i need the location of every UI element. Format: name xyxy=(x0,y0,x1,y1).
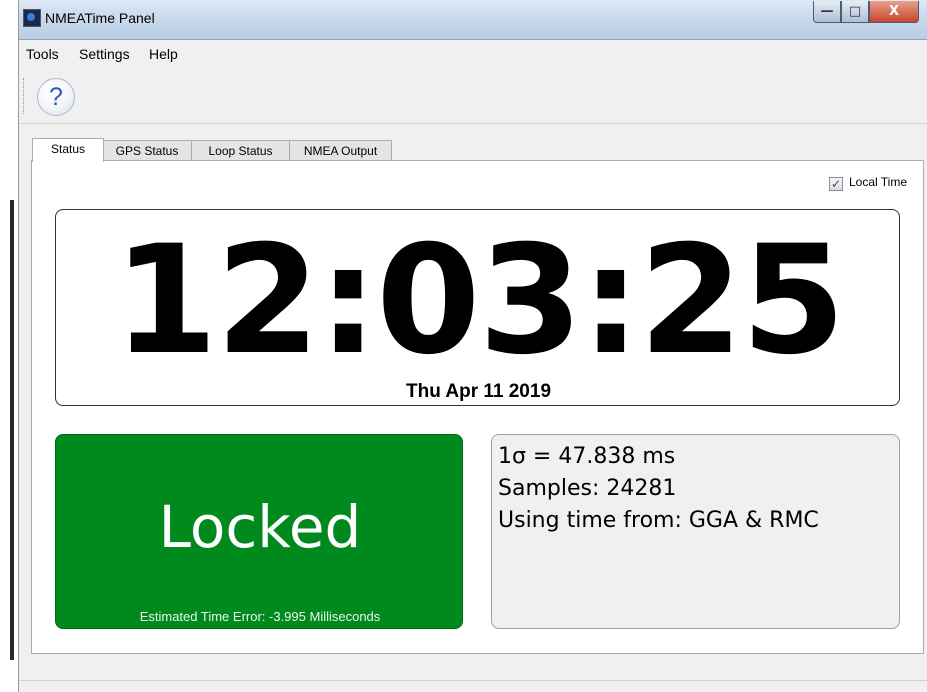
menu-settings[interactable]: Settings xyxy=(79,46,130,62)
clock-display: 12:03:25 Thu Apr 11 2019 xyxy=(55,209,900,406)
maximize-button[interactable]: □ xyxy=(841,1,869,23)
menu-help[interactable]: Help xyxy=(149,46,178,62)
background-edge xyxy=(10,200,14,660)
tab-nmea-output[interactable]: NMEA Output xyxy=(289,140,392,161)
app-icon xyxy=(23,9,41,27)
menu-tools[interactable]: Tools xyxy=(26,46,59,62)
estimated-time-error: Estimated Time Error: -3.995 Millisecond… xyxy=(139,609,381,624)
minimize-button[interactable]: — xyxy=(813,1,841,23)
local-time-checkbox[interactable]: ✓ xyxy=(828,177,843,191)
toolbar: ? xyxy=(19,68,927,124)
status-bar xyxy=(19,680,927,692)
window-title: NMEATime Panel xyxy=(45,10,155,26)
clock-time: 12:03:25 xyxy=(113,214,845,388)
background-desktop-strip xyxy=(0,0,18,692)
samples-count: Samples: 24281 xyxy=(498,476,677,501)
title-bar[interactable]: NMEATime Panel — □ X xyxy=(19,0,927,40)
tab-loop-status[interactable]: Loop Status xyxy=(191,140,290,161)
close-button[interactable]: X xyxy=(869,1,919,23)
local-time-label: Local Time xyxy=(848,175,907,189)
status-panel: ✓ Local Time 12:03:25 Thu Apr 11 2019 Loc… xyxy=(31,160,924,654)
tab-gps-status[interactable]: GPS Status xyxy=(102,140,192,161)
tab-status[interactable]: Status xyxy=(32,138,104,162)
local-time-option[interactable]: ✓ Local Time xyxy=(828,175,907,191)
sigma-value: 1σ = 47.838 ms xyxy=(498,444,676,469)
toolbar-grip[interactable] xyxy=(23,78,25,114)
help-icon[interactable]: ? xyxy=(37,78,75,116)
app-window: NMEATime Panel — □ X Tools Settings Help… xyxy=(18,0,927,692)
clock-date: Thu Apr 11 2019 xyxy=(405,381,552,402)
menu-bar: Tools Settings Help xyxy=(19,42,927,66)
statistics-box: 1σ = 47.838 ms Samples: 24281 Using time… xyxy=(491,434,900,629)
lock-state: Locked xyxy=(158,493,362,561)
time-source: Using time from: GGA & RMC xyxy=(498,508,819,533)
lock-status-indicator: Locked Estimated Time Error: -3.995 Mill… xyxy=(55,434,463,629)
